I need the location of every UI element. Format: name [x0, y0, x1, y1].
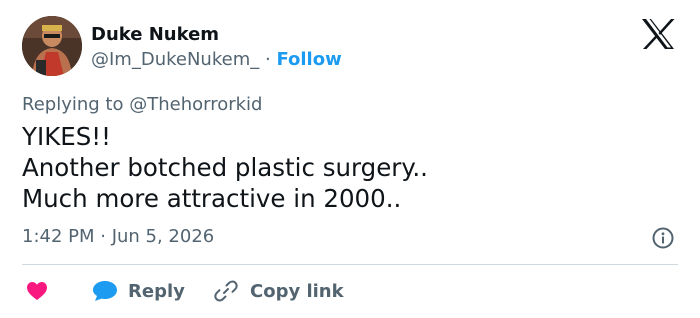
- like-button[interactable]: [26, 281, 48, 301]
- x-logo-icon[interactable]: [640, 18, 676, 50]
- divider: [22, 264, 678, 265]
- copy-link-button[interactable]: Copy link: [214, 278, 344, 304]
- tweet-card: Duke Nukem @Im_DukeNukem_ · Follow Reply…: [0, 0, 700, 318]
- author-name[interactable]: Duke Nukem: [91, 24, 219, 45]
- tweet-line: Another botched plastic surgery..: [22, 153, 428, 182]
- tweet-timestamp[interactable]: 1:42 PM · Jun 5, 2026: [22, 226, 214, 247]
- tweet-text: YIKES!! Another botched plastic surgery.…: [22, 121, 428, 214]
- reply-label: Reply: [128, 280, 185, 302]
- heart-icon: [27, 282, 47, 300]
- handle-separator: ·: [264, 49, 271, 70]
- tweet-line: Much more attractive in 2000..: [22, 184, 402, 213]
- link-icon: [214, 280, 238, 302]
- replying-to: Replying to @Thehorrorkid: [22, 94, 262, 115]
- avatar[interactable]: [22, 16, 82, 76]
- copy-link-label: Copy link: [250, 280, 344, 302]
- replying-prefix: Replying to: [22, 94, 124, 115]
- tweet-line: YIKES!!: [22, 122, 111, 151]
- reply-button[interactable]: Reply: [92, 278, 185, 304]
- follow-button[interactable]: Follow: [276, 49, 341, 70]
- speech-bubble-icon: [93, 281, 117, 301]
- replying-mention[interactable]: @Thehorrorkid: [129, 94, 262, 115]
- action-bar: Reply Copy link: [22, 276, 678, 306]
- info-icon[interactable]: [652, 227, 674, 249]
- handle-row: @Im_DukeNukem_ · Follow: [91, 49, 342, 70]
- author-handle[interactable]: @Im_DukeNukem_: [91, 49, 259, 70]
